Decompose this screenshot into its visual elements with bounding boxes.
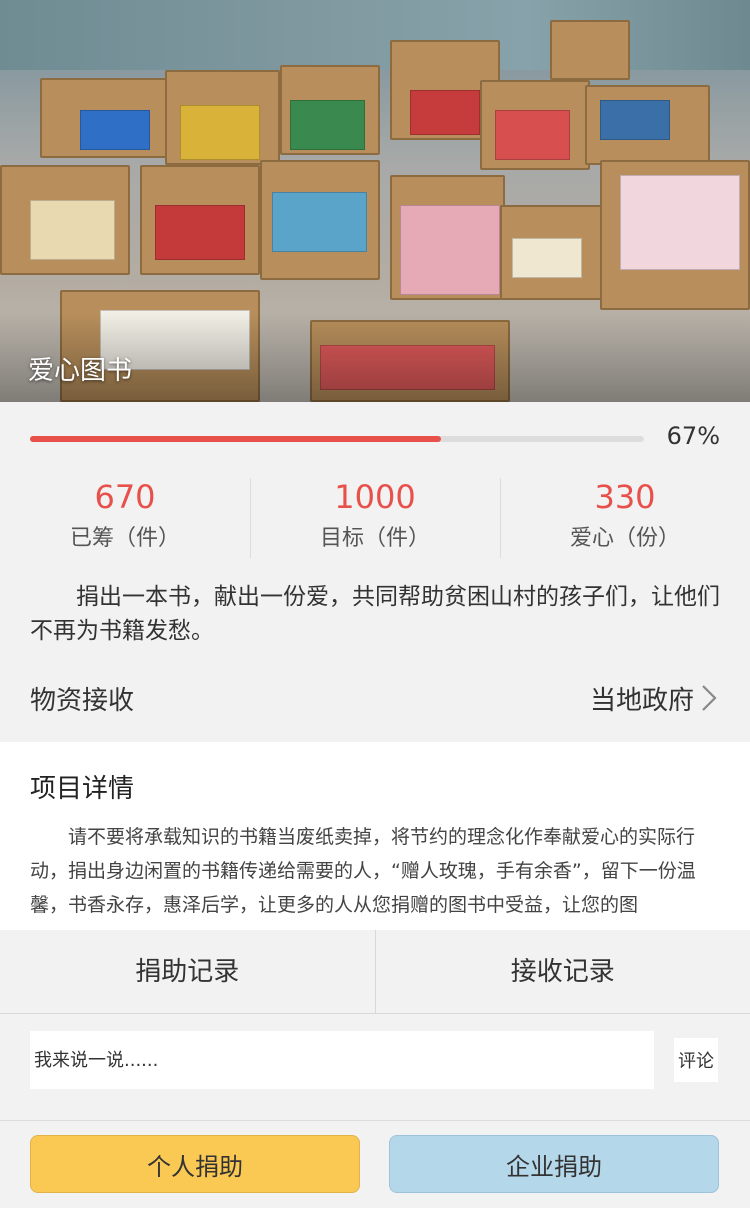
progress-track xyxy=(30,436,644,442)
hero-image: 爱心图书 xyxy=(0,0,750,402)
book-stack xyxy=(620,175,740,270)
tab-donation-records[interactable]: 捐助记录 xyxy=(0,930,375,1013)
personal-donate-button[interactable]: 个人捐助 xyxy=(30,1135,360,1193)
company-donate-button[interactable]: 企业捐助 xyxy=(389,1135,719,1193)
progress-percent: 67% xyxy=(666,422,720,450)
stat-raised-value: 670 xyxy=(94,478,156,516)
book-stack xyxy=(600,100,670,140)
book-stack xyxy=(30,200,115,260)
comment-area: 评论 xyxy=(0,1022,750,1114)
material-receive-label: 物资接收 xyxy=(30,686,135,716)
book-stack xyxy=(80,110,150,150)
tab-receipt-records[interactable]: 接收记录 xyxy=(374,930,750,1013)
stat-love-value: 330 xyxy=(594,478,656,516)
stat-target-value: 1000 xyxy=(334,478,416,516)
chevron-right-icon xyxy=(702,685,717,711)
material-receive-row[interactable]: 物资接收 当地政府 xyxy=(0,654,750,742)
book-stack xyxy=(410,90,480,135)
book-stack xyxy=(155,205,245,260)
hero-title: 爱心图书 xyxy=(28,356,133,386)
comment-button[interactable]: 评论 xyxy=(674,1038,718,1082)
stat-target: 1000 目标（件） xyxy=(250,478,500,558)
project-detail-title: 项目详情 xyxy=(30,774,135,804)
comment-input[interactable] xyxy=(30,1031,654,1089)
material-receive-value: 当地政府 xyxy=(589,686,694,716)
stat-love: 330 爱心（份） xyxy=(500,478,750,558)
book-stack xyxy=(290,100,365,150)
stat-target-label: 目标（件） xyxy=(319,526,430,551)
stat-raised: 670 已筹（件） xyxy=(0,478,250,558)
book-box xyxy=(550,20,630,80)
bottom-action-bar: 个人捐助 企业捐助 xyxy=(0,1120,750,1208)
book-stack xyxy=(400,205,500,295)
project-summary: 捐出一本书，献出一份爱，共同帮助贫困山村的孩子们，让他们不再为书籍发愁。 xyxy=(30,584,720,644)
book-stack xyxy=(512,238,582,278)
book-stack xyxy=(272,192,367,252)
progress-section: 67% 670 已筹（件） 1000 目标（件） 330 爱心（份） 捐出一本书… xyxy=(0,402,750,654)
hero-wall xyxy=(0,0,750,70)
record-tabs: 捐助记录 接收记录 xyxy=(0,930,750,1014)
book-stack xyxy=(180,105,260,160)
stat-love-label: 爱心（份） xyxy=(569,526,680,551)
project-detail: 项目详情 请不要将承载知识的书籍当废纸卖掉，将节约的理念化作奉献爱心的实际行动，… xyxy=(0,742,750,930)
project-detail-body: 请不要将承载知识的书籍当废纸卖掉，将节约的理念化作奉献爱心的实际行动，捐出身边闲… xyxy=(30,826,696,916)
progress-fill xyxy=(30,436,442,442)
stat-raised-label: 已筹（件） xyxy=(69,526,180,551)
stats-row: 670 已筹（件） 1000 目标（件） 330 爱心（份） xyxy=(0,478,750,558)
book-stack xyxy=(495,110,570,160)
